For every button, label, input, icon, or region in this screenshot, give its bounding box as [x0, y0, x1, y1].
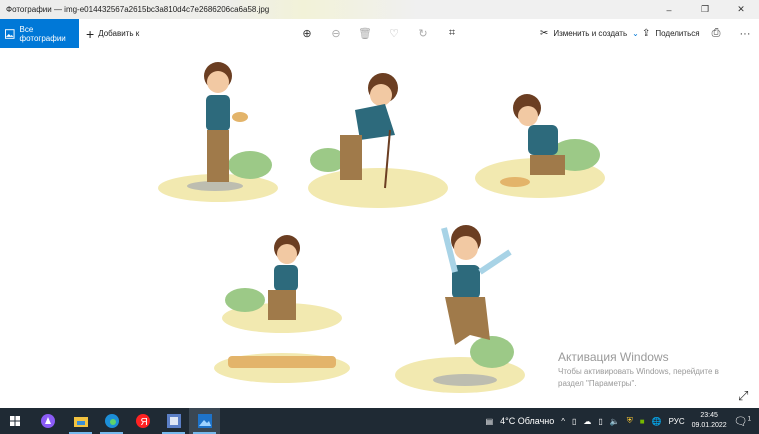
all-photos-button[interactable]: Все фотографии: [0, 19, 79, 48]
title-bar: Фотографии — img-e014432567a2615bc3a810d…: [0, 0, 759, 19]
windows-logo-icon: [10, 416, 20, 426]
svg-text:Я: Я: [140, 417, 147, 428]
watermark-line-1: Чтобы активировать Windows, перейдите в: [558, 367, 719, 376]
boy-figure-3: [475, 94, 605, 198]
favorite-heart-icon[interactable]: ♡: [384, 19, 404, 48]
usb-icon[interactable]: ▯: [598, 417, 602, 426]
share-label: Поделиться: [655, 29, 700, 38]
weather-text[interactable]: 4°C Облачно: [500, 416, 554, 426]
nvidia-icon[interactable]: ■: [640, 417, 645, 426]
close-button[interactable]: ✕: [723, 0, 759, 19]
clock-date: 09.01.2022: [691, 422, 727, 429]
minimize-button[interactable]: –: [651, 0, 687, 19]
edge-browser-icon[interactable]: [96, 408, 127, 434]
maximize-button[interactable]: ❐: [687, 0, 723, 19]
notification-center-icon[interactable]: 🗨1: [734, 415, 751, 428]
fullscreen-expand-icon[interactable]: ⤢: [738, 389, 748, 403]
cloud-icon[interactable]: ☁: [583, 417, 591, 426]
security-shield-icon[interactable]: ⛨: [627, 416, 633, 426]
zoom-out-icon[interactable]: ⊖: [326, 19, 346, 48]
add-to-label: Добавить к: [98, 29, 140, 38]
clock-time: 23:45: [700, 412, 718, 419]
more-button[interactable]: ···: [735, 19, 755, 48]
zoom-in-icon[interactable]: ⊕: [297, 19, 317, 48]
watermark-title: Активация Windows: [558, 350, 669, 364]
photo-icon: [5, 28, 15, 39]
edit-create-label: Изменить и создать: [553, 29, 628, 38]
all-photos-label: Все фотографии: [19, 24, 66, 43]
device-icon[interactable]: ▯: [572, 417, 576, 426]
chevron-down-icon: ⌄: [632, 29, 639, 38]
network-globe-icon[interactable]: 🌐: [652, 417, 662, 426]
plus-icon: +: [86, 25, 95, 42]
start-button[interactable]: [0, 408, 30, 434]
share-button[interactable]: ⇪ Поделиться: [642, 19, 700, 48]
show-hidden-icons-chevron-icon[interactable]: ^: [561, 417, 565, 426]
edit-create-button[interactable]: ✂ Изменить и создать ⌄: [540, 19, 639, 48]
language-indicator[interactable]: РУС: [669, 417, 685, 426]
share-icon: ⇪: [642, 28, 651, 39]
boy-figure-1: [158, 62, 278, 202]
delete-icon[interactable]: 🗑: [355, 19, 375, 48]
boy-figure-4: [214, 235, 350, 383]
yandex-browser-icon[interactable]: Я: [127, 408, 158, 434]
activation-watermark: Активация Windows Чтобы активировать Win…: [558, 350, 719, 390]
edit-icon: ✂: [540, 28, 549, 39]
notification-count: 1: [747, 415, 751, 422]
clock[interactable]: 23:45 09.01.2022: [692, 411, 727, 431]
taskbar: Я ▤ 4°C Облачно ^ ▯ ☁ ▯ 🔈 ⛨ ■ 🌐 РУС 23:4…: [0, 408, 759, 434]
rotate-icon[interactable]: ↻: [413, 19, 433, 48]
watermark-line-2: раздел "Параметры".: [558, 379, 637, 388]
system-tray: ▤ 4°C Облачно ^ ▯ ☁ ▯ 🔈 ⛨ ■ 🌐 РУС 23:45 …: [486, 408, 759, 434]
window-title: Фотографии — img-e014432567a2615bc3a810d…: [6, 5, 270, 14]
crop-icon[interactable]: ⌗: [442, 19, 462, 48]
print-icon[interactable]: ⎙: [706, 19, 726, 48]
photos-app-icon[interactable]: [189, 408, 220, 434]
boy-figure-2: [308, 73, 448, 208]
add-to-button[interactable]: + Добавить к: [86, 26, 139, 42]
image-viewer: Активация Windows Чтобы активировать Win…: [0, 48, 759, 408]
news-widget-icon[interactable]: ▤: [486, 417, 494, 426]
boy-figure-5: [395, 225, 525, 393]
volume-icon[interactable]: 🔈: [610, 417, 620, 426]
file-explorer-icon[interactable]: [65, 408, 96, 434]
alice-assistant-icon[interactable]: [32, 408, 63, 434]
word-icon[interactable]: [158, 408, 189, 434]
